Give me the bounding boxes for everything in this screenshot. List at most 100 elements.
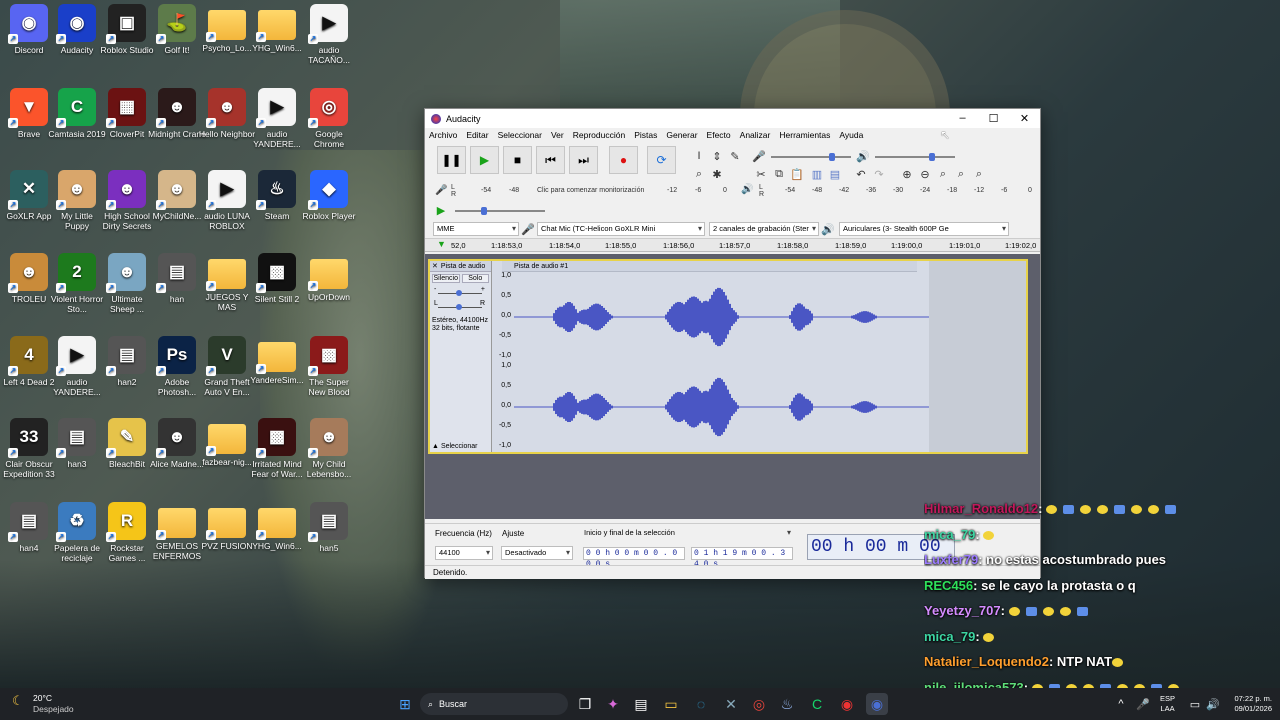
desktop-icon[interactable]: ▶ ↗ audio YANDERE...: [248, 88, 306, 149]
search-box[interactable]: ⌕ Buscar: [420, 693, 568, 715]
zoom-toggle-icon[interactable]: ⌕: [971, 166, 987, 182]
recording-device-select[interactable]: Chat Mic (TC-Helicon GoXLR Mini: [537, 222, 705, 236]
track-close-icon[interactable]: ✕: [432, 262, 438, 270]
maximize-icon[interactable]: ☐: [978, 112, 1009, 125]
play-speed-thumb[interactable]: [481, 207, 487, 215]
fit-selection-icon[interactable]: ⌕: [935, 166, 951, 182]
desktop-icon[interactable]: ▩ ↗ Irritated Mind Fear of War...: [248, 418, 306, 479]
desktop-icon[interactable]: ▶ ↗ audio TACAÑO...: [300, 4, 358, 65]
tray-mic-icon[interactable]: 🎤: [1132, 693, 1154, 715]
record-volume-slider[interactable]: [771, 153, 851, 161]
language-indicator[interactable]: ESP LAA: [1160, 694, 1175, 714]
task-view-icon[interactable]: ❐: [574, 693, 596, 715]
store-icon[interactable]: ▤: [630, 693, 652, 715]
start-menu-icon[interactable]: ⊞: [394, 693, 416, 715]
minimize-icon[interactable]: –: [947, 112, 978, 125]
skip-start-button[interactable]: ⏮: [536, 146, 565, 174]
play-speed-slider[interactable]: [455, 207, 545, 215]
desktop-icon[interactable]: ◆ ↗ Roblox Player: [300, 170, 358, 221]
desktop-icon[interactable]: ↗ YandereSim...: [248, 336, 306, 385]
obs-taskbar-icon[interactable]: ◉: [836, 693, 858, 715]
playback-meter[interactable]: 🔊 LR -54 -48 -42 -36 -30 -24 -18 -12 -6 0: [741, 184, 1037, 198]
pan-thumb[interactable]: [456, 304, 462, 310]
menu-reproduccion[interactable]: Reproducción: [573, 130, 625, 140]
menu-archivo[interactable]: Archivo: [429, 130, 457, 140]
record-meter[interactable]: 🎤 LR -54 -48 Clic para comenzar monitori…: [433, 184, 735, 198]
redo-icon[interactable]: ↷: [871, 166, 887, 182]
paste-icon[interactable]: 📋: [789, 166, 805, 182]
audacity-taskbar-icon[interactable]: ◉: [866, 693, 888, 715]
multi-tool-icon[interactable]: ✱: [709, 166, 725, 182]
cut-icon[interactable]: ✂: [753, 166, 769, 182]
audio-track[interactable]: ✕ Pista de audio Silencio Solo - + L R E…: [428, 259, 1028, 454]
edge-icon[interactable]: ◌: [690, 693, 712, 715]
solo-button[interactable]: Solo: [461, 274, 489, 283]
tracks-area[interactable]: ✕ Pista de audio Silencio Solo - + L R E…: [425, 254, 1040, 519]
play-button[interactable]: ▶: [470, 146, 499, 174]
skip-end-button[interactable]: ⏭: [569, 146, 598, 174]
play-at-speed-icon[interactable]: ▶: [433, 202, 449, 218]
playback-device-select[interactable]: Auriculares (3- Stealth 600P Ge: [839, 222, 1009, 236]
undo-icon[interactable]: ↶: [853, 166, 869, 182]
pause-button[interactable]: ❚❚: [437, 146, 466, 174]
desktop-icon[interactable]: ◎ ↗ Google Chrome: [300, 88, 358, 149]
fit-project-icon[interactable]: ⌕: [953, 166, 969, 182]
zoom-out-icon[interactable]: ⊖: [917, 166, 933, 182]
close-icon[interactable]: ✕: [1009, 112, 1040, 125]
menu-analizar[interactable]: Analizar: [740, 130, 771, 140]
desktop-icon[interactable]: ↗ YHG_Win6...: [248, 4, 306, 53]
draw-tool-icon[interactable]: ✎: [727, 148, 743, 164]
desktop-icon[interactable]: ↗ YHG_Win6...: [248, 502, 306, 551]
menu-herramientas[interactable]: Herramientas: [779, 130, 830, 140]
desktop-icon[interactable]: ▤ ↗ han5: [300, 502, 358, 553]
track-clip-name[interactable]: Pista de audio #1: [502, 261, 917, 272]
channels-select[interactable]: 2 canales de grabación (Ster: [709, 222, 819, 236]
record-volume-thumb[interactable]: [829, 153, 835, 161]
pan-slider[interactable]: L R: [430, 299, 491, 313]
zoom-in-icon[interactable]: ⊕: [899, 166, 915, 182]
menu-ayuda[interactable]: Ayuda: [839, 130, 863, 140]
desktop-icon[interactable]: ♨ ↗ Steam: [248, 170, 306, 221]
mute-button[interactable]: Silencio: [432, 274, 460, 283]
clock[interactable]: 07:22 p. m. 09/01/2026: [1224, 694, 1272, 714]
camtasia-taskbar-icon[interactable]: C: [806, 693, 828, 715]
chrome-taskbar-icon[interactable]: ◎: [748, 693, 770, 715]
desktop-icon[interactable]: ↗ UpOrDown: [300, 253, 358, 302]
selection-tool-icon[interactable]: I: [691, 148, 707, 164]
tray-chevron-icon[interactable]: ^: [1110, 693, 1132, 715]
gain-slider[interactable]: - +: [430, 285, 491, 299]
copilot-icon[interactable]: ✦: [602, 693, 624, 715]
silence-icon[interactable]: ▤: [827, 166, 843, 182]
waveform[interactable]: [514, 272, 929, 452]
menu-efecto[interactable]: Efecto: [707, 130, 731, 140]
goxlr-taskbar-icon[interactable]: ✕: [720, 693, 742, 715]
gain-thumb[interactable]: [456, 290, 462, 296]
desktop-icon[interactable]: ▩ ↗ Silent Still 2: [248, 253, 306, 304]
volume-icon[interactable]: 🔊: [1202, 693, 1224, 715]
audio-host-select[interactable]: MME: [433, 222, 519, 236]
selection-end-time[interactable]: 0 1 h 1 9 m 0 0 . 3 4 0 s: [691, 547, 793, 569]
playback-volume-slider[interactable]: [875, 153, 955, 161]
menu-ver[interactable]: Ver: [551, 130, 564, 140]
file-explorer-icon[interactable]: ▭: [660, 693, 682, 715]
track-name-button[interactable]: Pista de audio: [441, 263, 485, 270]
copy-icon[interactable]: ⧉: [771, 166, 787, 182]
weather-widget[interactable]: 20°C Despejado: [33, 693, 74, 715]
trim-icon[interactable]: ▥: [809, 166, 825, 182]
steam-taskbar-icon[interactable]: ♨: [776, 693, 798, 715]
desktop-icon[interactable]: ▩ ↗ The Super New Blood: [300, 336, 358, 397]
envelope-tool-icon[interactable]: ⇕: [709, 148, 725, 164]
record-button[interactable]: ●: [609, 146, 638, 174]
stop-button[interactable]: ■: [503, 146, 532, 174]
timeline-ruler[interactable]: ▼ 52,0 1:18:53,0 1:18:54,0 1:18:55,0 1:18:56…: [425, 239, 1040, 252]
project-rate-select[interactable]: 44100: [435, 546, 493, 560]
loop-button[interactable]: ⟳: [647, 146, 676, 174]
menu-pistas[interactable]: Pistas: [634, 130, 657, 140]
desktop-icon[interactable]: ☻ ↗ My Child Lebensbo...: [300, 418, 358, 479]
playback-volume-thumb[interactable]: [929, 153, 935, 161]
menu-editar[interactable]: Editar: [466, 130, 488, 140]
snap-select[interactable]: Desactivado: [501, 546, 573, 560]
menu-generar[interactable]: Generar: [666, 130, 697, 140]
select-track-button[interactable]: ▲ Seleccionar: [432, 443, 478, 450]
menu-seleccionar[interactable]: Seleccionar: [498, 130, 542, 140]
